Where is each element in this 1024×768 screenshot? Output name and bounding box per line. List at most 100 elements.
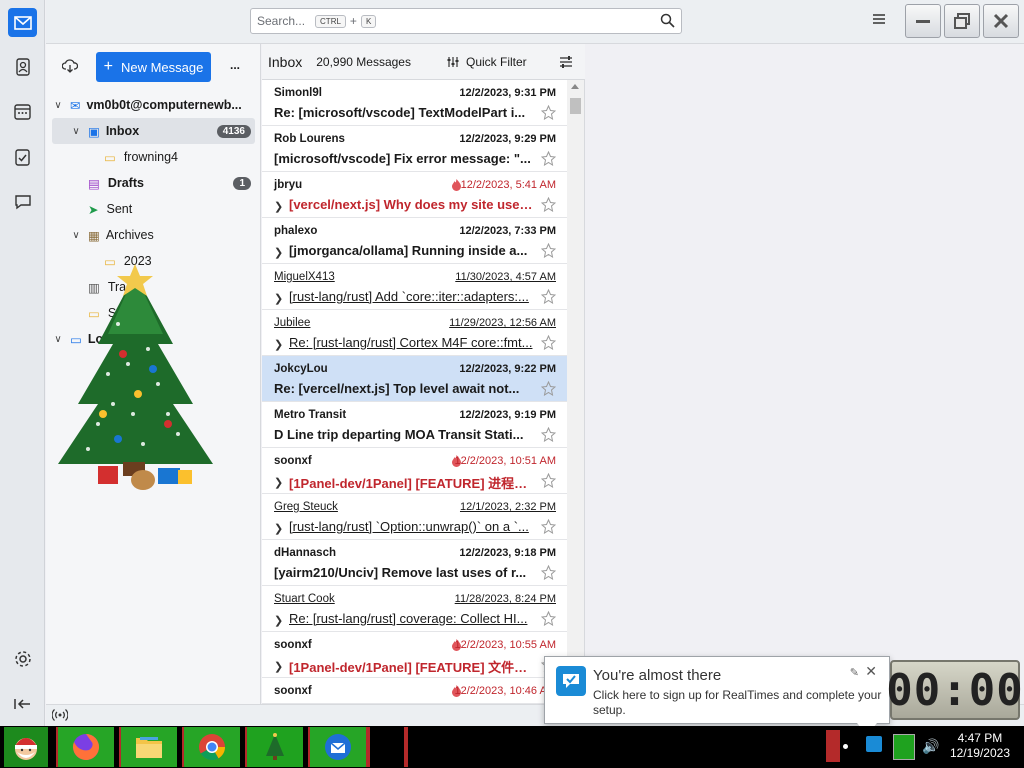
message-subject: Re: [rust-lang/rust] coverage: Collect H…	[289, 611, 528, 626]
star-icon[interactable]	[540, 242, 557, 261]
folder-inbox[interactable]: ∨ ▣ Inbox 4136	[52, 118, 255, 144]
chevron-right-icon[interactable]: ❯	[274, 292, 283, 305]
chevron-down-icon[interactable]: ∨	[70, 230, 82, 241]
search-input[interactable]: Search... CTRL + K	[250, 8, 682, 34]
tree-gadget-task-button[interactable]	[245, 727, 303, 767]
scroll-up-arrow-icon[interactable]	[571, 84, 579, 89]
folder-account[interactable]: ∨ ✉ vm0b0t@computernewb...	[52, 92, 255, 118]
message-sender: Simonl9l	[274, 87, 322, 99]
network-tray-icon[interactable]	[893, 734, 915, 760]
firefox-task-button[interactable]	[56, 727, 114, 767]
system-clock[interactable]: 4:47 PM 12/19/2023	[950, 731, 1010, 761]
address-book-button[interactable]	[8, 52, 37, 81]
start-button[interactable]	[4, 727, 48, 767]
star-icon[interactable]	[540, 150, 557, 169]
star-icon[interactable]	[540, 564, 557, 583]
message-date: 12/2/2023, 7:33 PM	[459, 225, 556, 237]
notification-close-icon[interactable]: ✕	[865, 663, 877, 680]
folder-drafts[interactable]: ▤ Drafts 1	[52, 170, 255, 196]
realtimes-tray-icon[interactable]	[866, 736, 882, 752]
folder-frowning4[interactable]: ▭ frowning4	[52, 144, 255, 170]
message-row[interactable]: Metro Transit 12/2/2023, 9:19 PM D Line …	[262, 402, 568, 448]
chrome-icon	[199, 734, 226, 761]
message-row[interactable]: Stuart Cook 11/28/2023, 8:24 PM ❯ Re: [r…	[262, 586, 568, 632]
message-subject: [1Panel-dev/1Panel] [FEATURE] 文件管理 ...	[289, 660, 535, 675]
message-row[interactable]: dHannasch 12/2/2023, 9:18 PM [yairm210/U…	[262, 540, 568, 586]
close-button[interactable]	[983, 4, 1019, 38]
list-display-options-button[interactable]	[559, 55, 573, 72]
restore-button[interactable]	[944, 4, 980, 38]
message-row[interactable]: Jubilee 11/29/2023, 12:56 AM ❯ Re: [rust…	[262, 310, 568, 356]
file-explorer-task-button[interactable]	[119, 727, 177, 767]
message-row[interactable]: Rob Lourens 12/2/2023, 9:29 PM [microsof…	[262, 126, 568, 172]
message-row[interactable]: soonxf 12/2/2023, 10:46 AM	[262, 678, 568, 704]
star-icon[interactable]	[540, 196, 557, 215]
timer-display: 00:00	[886, 664, 1024, 716]
chevron-right-icon[interactable]: ❯	[274, 522, 283, 535]
star-icon[interactable]	[540, 288, 557, 307]
scroll-thumb[interactable]	[570, 98, 581, 114]
message-row[interactable]: soonxf 12/2/2023, 10:51 AM ❯ [1Panel-dev…	[262, 448, 568, 494]
clock-date: 12/19/2023	[949, 746, 1010, 760]
star-icon[interactable]	[540, 518, 557, 537]
folder-sent[interactable]: ➤ Sent	[52, 196, 255, 222]
message-row[interactable]: Simonl9l 12/2/2023, 9:31 PM Re: [microso…	[262, 80, 568, 126]
chevron-right-icon[interactable]: ❯	[274, 338, 283, 351]
tray-dot-icon[interactable]	[843, 744, 848, 749]
get-messages-button[interactable]	[61, 58, 79, 77]
star-icon[interactable]	[540, 426, 557, 445]
chevron-right-icon[interactable]: ❯	[274, 614, 283, 627]
thunderbird-task-button[interactable]	[308, 727, 366, 767]
message-subject: [jmorganca/ollama] Running inside a...	[289, 243, 528, 258]
star-icon[interactable]	[540, 334, 557, 353]
star-icon[interactable]	[540, 380, 557, 399]
chevron-right-icon[interactable]: ❯	[274, 246, 283, 259]
message-row-selected[interactable]: JokcyLou 12/2/2023, 9:22 PM Re: [vercel/…	[262, 356, 568, 402]
message-row[interactable]: soonxf 12/2/2023, 10:55 AM ❯ [1Panel-dev…	[262, 632, 568, 678]
chevron-right-icon[interactable]: ❯	[274, 476, 283, 489]
shortcut-ctrl: CTRL	[315, 14, 346, 28]
notification-body[interactable]: Click here to sign up for RealTimes and …	[593, 688, 885, 718]
chrome-task-button[interactable]	[182, 727, 240, 767]
chat-button[interactable]	[8, 187, 37, 216]
star-icon[interactable]	[540, 472, 557, 491]
realtimes-notification[interactable]: You're almost there Click here to sign u…	[544, 656, 890, 735]
minimize-button[interactable]	[905, 4, 941, 38]
message-list-scrollbar[interactable]	[567, 80, 584, 704]
folder-archives[interactable]: ∨ ▦ Archives	[52, 222, 255, 248]
message-row[interactable]: phalexo 12/2/2023, 7:33 PM ❯ [jmorganca/…	[262, 218, 568, 264]
connection-status-icon[interactable]	[51, 708, 69, 725]
message-subject: [rust-lang/rust] `Option::unwrap()` on a…	[289, 519, 529, 534]
chevron-right-icon[interactable]: ❯	[274, 200, 283, 213]
archive-icon: ▦	[88, 228, 100, 243]
star-icon[interactable]	[540, 610, 557, 629]
star-icon[interactable]	[540, 104, 557, 123]
timer-gadget[interactable]: 00:00	[886, 660, 1023, 720]
message-date: 12/2/2023, 5:41 AM	[460, 179, 556, 191]
volume-icon[interactable]: 🔊	[922, 738, 939, 755]
more-actions-button[interactable]: ...	[230, 58, 240, 72]
app-menu-button[interactable]	[871, 12, 891, 30]
message-sender: dHannasch	[274, 547, 336, 559]
new-message-button[interactable]: + New Message	[96, 52, 211, 82]
account-name: vm0b0t@computernewb...	[86, 98, 242, 112]
drafts-icon: ▤	[88, 176, 100, 191]
collapse-spaces-button[interactable]	[8, 689, 37, 718]
message-row[interactable]: Greg Steuck 12/1/2023, 2:32 PM ❯ [rust-l…	[262, 494, 568, 540]
close-icon	[993, 13, 1009, 29]
tray-bar	[826, 730, 840, 762]
inbox-icon: ▣	[88, 124, 100, 139]
chevron-down-icon[interactable]: ∨	[70, 126, 82, 137]
tasks-button[interactable]	[8, 142, 37, 171]
mail-space-button[interactable]	[8, 8, 37, 37]
taskbar: 🔊 4:47 PM 12/19/2023	[0, 726, 1024, 768]
settings-button[interactable]	[8, 644, 37, 673]
message-row[interactable]: MiguelX413 11/30/2023, 4:57 AM ❯ [rust-l…	[262, 264, 568, 310]
search-icon[interactable]	[660, 13, 675, 28]
quick-filter-button[interactable]: Quick Filter	[446, 55, 527, 69]
message-row[interactable]: jbryu 12/2/2023, 5:41 AM ❯ [vercel/next.…	[262, 172, 568, 218]
pin-icon[interactable]: ✎	[850, 666, 859, 679]
chevron-down-icon[interactable]: ∨	[52, 100, 64, 111]
chevron-right-icon[interactable]: ❯	[274, 660, 283, 673]
calendar-button[interactable]	[8, 97, 37, 126]
